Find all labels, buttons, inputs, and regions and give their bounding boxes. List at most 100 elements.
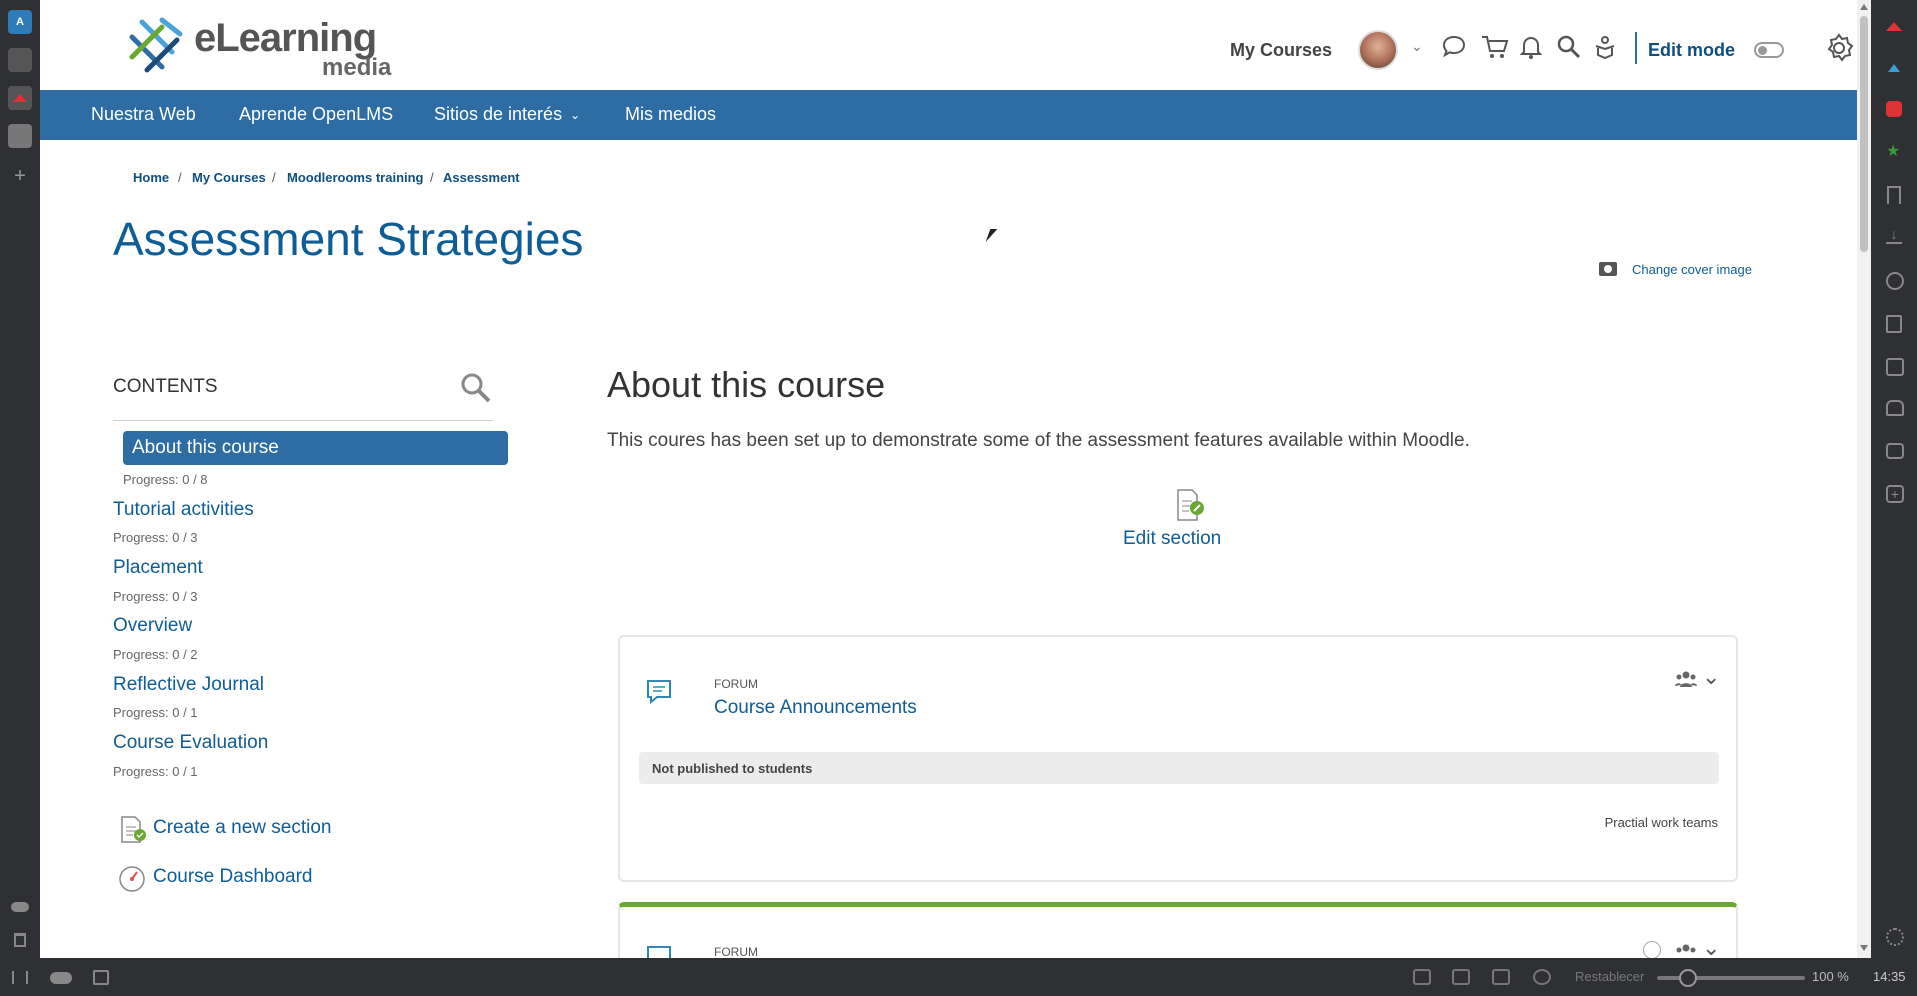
nav-item-sitios-de-interes[interactable]: Sitios de interés [434, 104, 562, 125]
settings-gear-icon[interactable] [1886, 928, 1904, 946]
zoom-slider-handle[interactable] [1679, 969, 1697, 987]
zoom-slider[interactable] [1657, 969, 1805, 987]
notes-icon[interactable] [1886, 315, 1902, 333]
calendar-icon[interactable] [93, 970, 109, 985]
history-icon[interactable] [1886, 272, 1904, 290]
activity-type: FORUM [714, 945, 758, 958]
toc-item-tutorial-activities[interactable]: Tutorial activities [113, 499, 254, 521]
scrollbar-up-arrow-icon[interactable] [1860, 4, 1868, 10]
contents-heading: CONTENTS [113, 376, 218, 397]
translate-icon[interactable] [1886, 358, 1904, 376]
logo-sub-text: media [322, 54, 392, 81]
mouse-cursor-icon [985, 229, 998, 242]
activity-name-link[interactable]: Course Announcements [714, 697, 917, 719]
clock-time: 14:35 [1873, 969, 1906, 984]
accessibility-icon[interactable] [1592, 34, 1618, 60]
panel-icon[interactable] [8, 124, 32, 148]
capture-icon[interactable] [1413, 969, 1431, 985]
activity-type: FORUM [714, 677, 758, 691]
edit-mode-toggle[interactable] [1754, 42, 1784, 58]
edit-section-icon [1177, 489, 1204, 521]
toc-item-label: About this course [132, 437, 279, 458]
toc-item-overview[interactable]: Overview [113, 615, 192, 637]
activity-chevron-down-icon[interactable]: ⌄ [1702, 935, 1720, 958]
reader-icon[interactable] [1886, 400, 1904, 416]
toc-item-active[interactable]: About this course [123, 431, 508, 465]
course-dashboard-link[interactable]: Course Dashboard [117, 864, 417, 894]
group-mode-icon[interactable] [1675, 943, 1697, 958]
breadcrumb-separator: / [430, 170, 434, 185]
trash-icon[interactable] [8, 928, 32, 952]
site-logo[interactable]: eLearning media [122, 12, 432, 82]
breadcrumb-course[interactable]: Moodlerooms training [287, 170, 424, 185]
main-nav-bar: Nuestra Web Aprende OpenLMS Sitios de in… [40, 90, 1857, 140]
messages-icon[interactable] [1441, 34, 1467, 58]
breadcrumb-current[interactable]: Assessment [443, 170, 520, 185]
forum-icon[interactable] [645, 943, 675, 958]
toc-progress: Progress: 0 / 1 [113, 764, 198, 779]
nav-item-mis-medios[interactable]: Mis medios [625, 104, 716, 125]
scrollbar-thumb[interactable] [1860, 16, 1868, 252]
app-icon[interactable]: A [8, 10, 32, 34]
group-mode-icon[interactable] [1675, 670, 1697, 688]
page-actions-icon[interactable] [1533, 969, 1551, 985]
arrow-up-icon[interactable] [1886, 22, 1902, 31]
add-panel-icon[interactable]: + [1886, 485, 1904, 503]
toc-item-course-evaluation[interactable]: Course Evaluation [113, 732, 268, 754]
settings-gear-icon[interactable] [1824, 33, 1854, 63]
logo-mark-icon [129, 17, 183, 73]
breadcrumb-separator: / [178, 170, 182, 185]
zoom-level: 100 % [1812, 969, 1849, 984]
web-page: eLearning media My Courses ⌄ Edit mode N… [40, 0, 1857, 958]
header-divider [1635, 32, 1637, 64]
edit-section-label: Edit section [1123, 528, 1222, 549]
contents-search-icon[interactable] [460, 372, 492, 404]
chevron-down-icon[interactable]: ⌄ [570, 108, 580, 122]
nav-item-aprende-openlms[interactable]: Aprende OpenLMS [239, 104, 393, 125]
page-scrollbar[interactable] [1857, 0, 1871, 958]
add-panel-icon[interactable]: + [8, 164, 32, 188]
panel-icon[interactable] [8, 48, 32, 72]
completion-check-icon[interactable] [1643, 941, 1661, 958]
breadcrumb-my-courses[interactable]: My Courses [192, 170, 266, 185]
contents-divider [113, 420, 493, 421]
cloud-sync-icon[interactable] [50, 972, 72, 984]
camera-icon [1599, 262, 1617, 276]
panel-icon[interactable] [8, 86, 32, 110]
nav-item-nuestra-web[interactable]: Nuestra Web [91, 104, 196, 125]
vivaldi-icon[interactable] [1886, 101, 1902, 117]
edit-section-button[interactable]: Edit section [1123, 488, 1253, 552]
browser-left-rail: A + [0, 0, 40, 958]
toc-item-reflective-journal[interactable]: Reflective Journal [113, 674, 264, 696]
image-icon[interactable] [1452, 969, 1470, 985]
search-icon[interactable] [1556, 34, 1582, 60]
user-menu-chevron-down-icon[interactable]: ⌄ [1411, 38, 1423, 55]
sync-icon[interactable] [1886, 443, 1904, 459]
cloud-icon[interactable] [8, 895, 32, 919]
site-header: eLearning media My Courses ⌄ Edit mode [40, 0, 1857, 90]
activity-chevron-down-icon[interactable]: ⌄ [1702, 664, 1720, 690]
edit-mode-label: Edit mode [1648, 40, 1736, 60]
activity-card: FORUM ⌄ [618, 902, 1738, 958]
bookmark-icon[interactable] [1887, 186, 1901, 204]
section-description: This coures has been set up to demonstra… [607, 430, 1470, 451]
breadcrumb-home[interactable]: Home [133, 170, 169, 185]
arrow-up-icon[interactable] [1888, 64, 1900, 72]
toc-progress: Progress: 0 / 3 [113, 589, 198, 604]
new-section-icon [121, 816, 146, 843]
cart-icon[interactable] [1480, 34, 1510, 60]
user-avatar[interactable] [1358, 30, 1398, 70]
star-icon[interactable]: ★ [1886, 141, 1900, 161]
tiling-icon[interactable] [1492, 969, 1510, 985]
scrollbar-down-arrow-icon[interactable] [1860, 945, 1868, 951]
toc-item-placement[interactable]: Placement [113, 557, 203, 579]
restriction-badge: Not published to students [639, 752, 1719, 784]
download-icon[interactable]: ↓ [1886, 227, 1902, 244]
notifications-bell-icon[interactable] [1520, 34, 1542, 60]
reset-zoom-label[interactable]: Restablecer [1575, 969, 1644, 984]
breadcrumb-separator: / [272, 170, 276, 185]
panel-toggle-icon[interactable] [12, 971, 28, 984]
forum-icon[interactable] [645, 677, 675, 705]
create-section-link[interactable]: Create a new section [117, 815, 417, 845]
my-courses-link[interactable]: My Courses [1230, 40, 1332, 61]
